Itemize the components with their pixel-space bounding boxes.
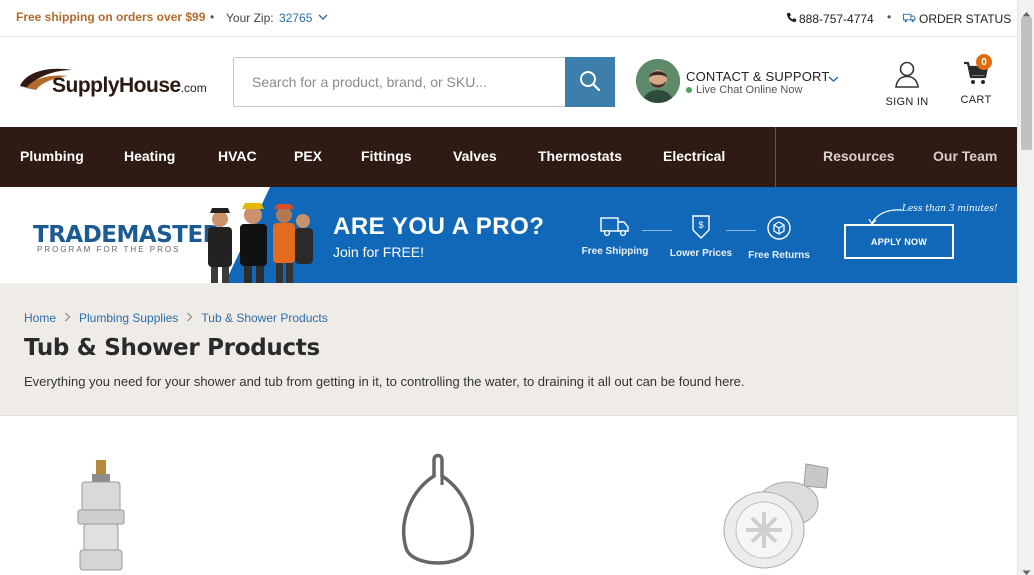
user-icon — [894, 61, 920, 92]
nav-item-resources[interactable]: Resources — [823, 148, 895, 164]
perk-label: Free Returns — [748, 250, 810, 261]
perk-label: Lower Prices — [669, 248, 733, 259]
breadcrumb-plumbing-supplies[interactable]: Plumbing Supplies — [79, 311, 178, 325]
phone-number: 888-757-4774 — [799, 12, 874, 26]
phone-icon — [786, 12, 797, 26]
truck-icon — [903, 12, 916, 26]
trademaster-tagline: PROGRAM FOR THE PROS — [37, 245, 181, 254]
perk-free-returns: Free Returns — [739, 215, 819, 261]
search-button[interactable] — [565, 57, 615, 107]
apply-now-button[interactable]: APPLY NOW — [844, 224, 954, 259]
chevron-down-icon[interactable] — [828, 71, 839, 89]
product-card[interactable] — [676, 440, 876, 575]
supplyhouse-logo[interactable]: SupplyHouse.com — [18, 66, 213, 102]
trademaster-banner[interactable]: TRADEMASTER PROGRAM FOR THE PROS ARE YOU… — [0, 187, 1017, 283]
breadcrumb: Home Plumbing Supplies Tub & Shower Prod… — [24, 311, 328, 325]
category-header: Home Plumbing Supplies Tub & Shower Prod… — [0, 283, 1017, 416]
breadcrumb-home[interactable]: Home — [24, 311, 56, 325]
logo-word: SupplyHouse — [52, 74, 181, 97]
return-box-icon — [766, 216, 792, 245]
nav-item-electrical[interactable]: Electrical — [663, 148, 725, 164]
nav-item-thermostats[interactable]: Thermostats — [538, 148, 622, 164]
separator-dot: • — [210, 10, 215, 24]
live-chat-status[interactable]: Live Chat Online Now — [686, 84, 802, 96]
perk-free-shipping: Free Shipping — [575, 215, 655, 257]
nav-item-our-team[interactable]: Our Team — [933, 148, 997, 164]
product-card[interactable] — [338, 440, 538, 575]
logo-suffix: .com — [180, 81, 207, 95]
search-box — [233, 57, 615, 107]
sign-in-button[interactable]: SIGN IN — [883, 60, 931, 108]
utility-bar: Free shipping on orders over $99 • Your … — [0, 0, 1017, 37]
zip-label: Your Zip: — [226, 11, 274, 25]
cart-button[interactable]: 0 CART — [955, 54, 997, 106]
nav-item-valves[interactable]: Valves — [453, 148, 497, 164]
separator-dot: • — [887, 10, 892, 24]
main-navigation: Plumbing Heating HVAC PEX Fittings Valve… — [0, 127, 1017, 187]
sign-in-label: SIGN IN — [885, 96, 929, 108]
banner-subline: Join for FREE! — [333, 244, 425, 260]
category-description: Everything you need for your shower and … — [24, 374, 745, 389]
cart-label: CART — [960, 94, 992, 106]
perk-label: Free Shipping — [581, 246, 649, 257]
chevron-right-icon — [64, 312, 71, 325]
nav-item-hvac[interactable]: HVAC — [218, 148, 257, 164]
order-status-link[interactable]: ORDER STATUS — [903, 12, 1011, 26]
price-tag-icon: $ — [690, 215, 712, 243]
search-input[interactable] — [234, 58, 566, 106]
perk-lower-prices: $ Lower Prices — [661, 215, 741, 259]
page-scrollbar[interactable] — [1017, 0, 1034, 575]
site-header: SupplyHouse.com CONTACT & SUPPORT Live C… — [0, 37, 1017, 127]
search-icon — [579, 70, 601, 95]
scroll-down-arrow-icon[interactable] — [1022, 563, 1031, 575]
nav-divider — [775, 127, 776, 187]
nav-item-plumbing[interactable]: Plumbing — [20, 148, 84, 164]
truck-icon — [600, 217, 630, 241]
nav-item-heating[interactable]: Heating — [124, 148, 175, 164]
product-card[interactable] — [0, 440, 200, 575]
breadcrumb-current[interactable]: Tub & Shower Products — [201, 311, 327, 325]
nav-item-pex[interactable]: PEX — [294, 148, 322, 164]
logo-text: SupplyHouse.com — [52, 74, 207, 98]
free-shipping-notice: Free shipping on orders over $99 — [16, 10, 206, 24]
banner-headline: ARE YOU A PRO? — [333, 213, 545, 240]
online-status-icon — [686, 87, 692, 93]
banner-time-note: Less than 3 minutes! — [902, 204, 998, 214]
nav-item-fittings[interactable]: Fittings — [361, 148, 412, 164]
phone-link[interactable]: 888-757-4774 — [786, 12, 874, 26]
cart-count-badge: 0 — [976, 54, 992, 70]
scrollbar-thumb[interactable] — [1021, 17, 1032, 150]
support-agent-avatar[interactable] — [636, 59, 680, 103]
svg-text:$: $ — [698, 220, 703, 230]
pros-group-image — [208, 203, 313, 283]
shower-head-image — [723, 463, 829, 569]
shower-ring-image — [401, 453, 475, 565]
cart-icon — [962, 61, 990, 90]
shower-cartridge-image — [77, 460, 125, 571]
live-chat-label: Live Chat Online Now — [696, 84, 803, 96]
zip-code-link[interactable]: 32765 — [279, 11, 312, 25]
contact-support-link[interactable]: CONTACT & SUPPORT — [686, 69, 830, 84]
chevron-right-icon — [186, 312, 193, 325]
page-title: Tub & Shower Products — [24, 335, 320, 361]
chevron-down-icon[interactable] — [318, 11, 328, 25]
order-status-label: ORDER STATUS — [919, 12, 1012, 26]
